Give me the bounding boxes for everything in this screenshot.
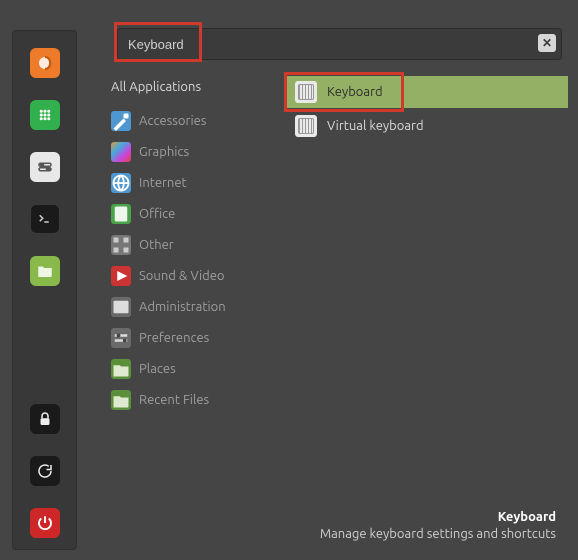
accessories-icon: [111, 111, 131, 131]
graphics-icon: [111, 142, 131, 162]
category-header: All Applications: [107, 76, 267, 104]
category-other[interactable]: Other: [107, 231, 267, 259]
category-column: All Applications Accessories Graphics In…: [107, 76, 267, 503]
launcher-panel: [12, 30, 77, 550]
category-label: Office: [139, 207, 175, 221]
category-label: Graphics: [139, 145, 189, 159]
applications-icon[interactable]: [30, 100, 60, 130]
category-accessories[interactable]: Accessories: [107, 107, 267, 135]
category-label: Places: [139, 362, 176, 376]
settings-toggle-icon[interactable]: [30, 152, 60, 182]
category-label: Accessories: [139, 114, 206, 128]
category-label: Recent Files: [139, 393, 209, 407]
category-administration[interactable]: Administration: [107, 293, 267, 321]
results-column: Keyboard Virtual keyboard: [287, 76, 568, 503]
menu-panel: ✕ All Applications Accessories Graphics …: [77, 0, 578, 560]
lock-icon[interactable]: [30, 404, 60, 434]
recent-files-icon: [111, 390, 131, 410]
category-graphics[interactable]: Graphics: [107, 138, 267, 166]
preferences-icon: [111, 328, 131, 348]
category-office[interactable]: Office: [107, 200, 267, 228]
search-wrap: ✕: [117, 28, 562, 60]
category-preferences[interactable]: Preferences: [107, 324, 267, 352]
administration-icon: [111, 297, 131, 317]
refresh-logout-icon[interactable]: [30, 456, 60, 486]
category-places[interactable]: Places: [107, 355, 267, 383]
result-keyboard[interactable]: Keyboard: [287, 76, 568, 108]
footer: Keyboard Manage keyboard settings and sh…: [87, 503, 568, 552]
result-label: Keyboard: [327, 85, 383, 99]
keyboard-icon: [295, 81, 317, 103]
result-virtual-keyboard[interactable]: Virtual keyboard: [287, 110, 568, 142]
places-icon: [111, 359, 131, 379]
category-label: Sound & Video: [139, 269, 225, 283]
category-label: Administration: [139, 300, 226, 314]
sound-video-icon: [111, 266, 131, 286]
other-icon: [111, 235, 131, 255]
category-internet[interactable]: Internet: [107, 169, 267, 197]
files-icon[interactable]: [30, 256, 60, 286]
clear-search-icon[interactable]: ✕: [538, 34, 556, 52]
power-icon[interactable]: [30, 508, 60, 538]
footer-title: Keyboard: [87, 509, 556, 527]
category-label: Preferences: [139, 331, 209, 345]
search-input[interactable]: [117, 28, 562, 60]
firefox-icon[interactable]: [30, 48, 60, 78]
footer-description: Manage keyboard settings and shortcuts: [87, 526, 556, 544]
office-icon: [111, 204, 131, 224]
internet-icon: [111, 173, 131, 193]
category-label: Other: [139, 238, 174, 252]
terminal-icon[interactable]: [30, 204, 60, 234]
category-recent-files[interactable]: Recent Files: [107, 386, 267, 414]
menu-columns: All Applications Accessories Graphics In…: [87, 76, 568, 503]
result-label: Virtual keyboard: [327, 119, 424, 133]
virtual-keyboard-icon: [295, 115, 317, 137]
category-label: Internet: [139, 176, 187, 190]
category-sound-video[interactable]: Sound & Video: [107, 262, 267, 290]
